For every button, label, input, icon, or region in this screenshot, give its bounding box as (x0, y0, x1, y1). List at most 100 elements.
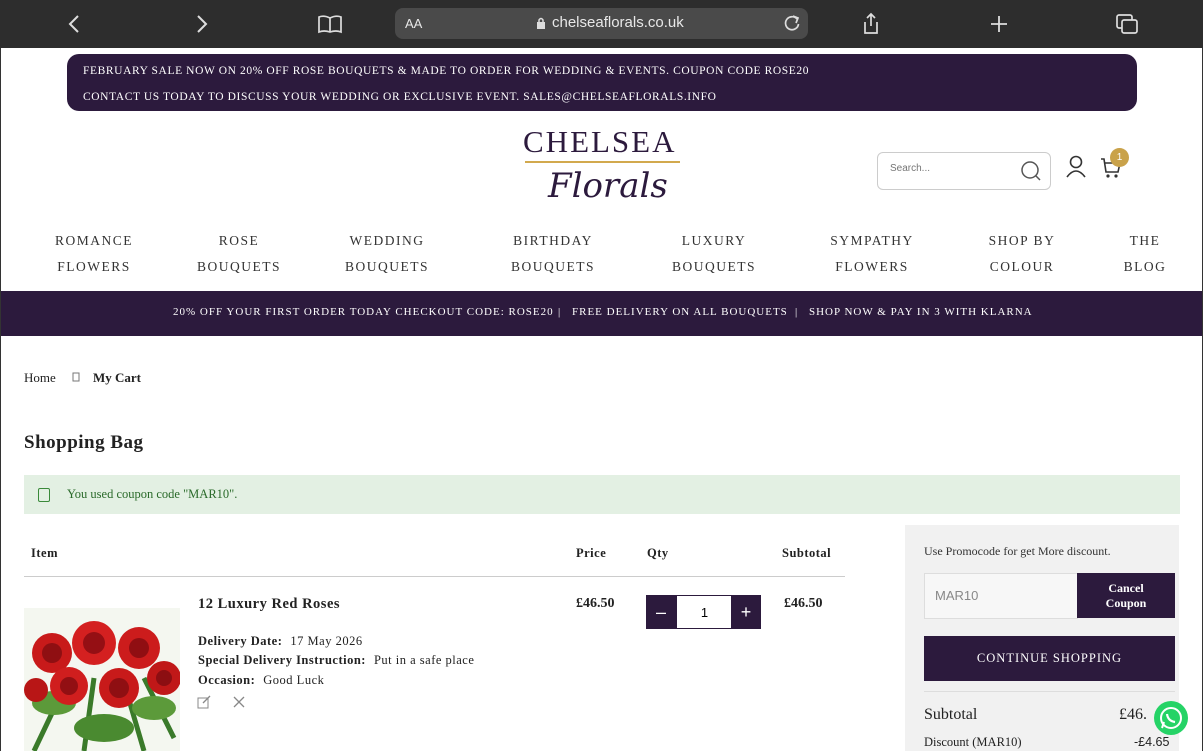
search-icon[interactable] (1020, 160, 1042, 182)
table-divider (24, 576, 845, 577)
logo-divider (525, 161, 680, 163)
alert-message: You used coupon code "MAR10". (67, 487, 238, 501)
column-header-qty: Qty (647, 546, 669, 560)
offer-klarna: SHOP NOW & PAY IN 3 WITH KLARNA (809, 306, 1033, 318)
search-box[interactable] (877, 152, 1051, 190)
nav-label: COLOUR (989, 259, 1055, 274)
browser-toolbar: AA chelseaflorals.co.uk (0, 0, 1203, 48)
quantity-stepper: – + (646, 595, 761, 629)
offer-bar: 20% OFF YOUR FIRST ORDER TODAY CHECKOUT … (1, 291, 1202, 336)
whatsapp-button[interactable] (1154, 701, 1188, 735)
occasion-label: Occasion: (198, 673, 256, 687)
nav-label: BOUQUETS (510, 259, 595, 274)
coupon-field[interactable] (924, 573, 1078, 619)
quantity-input[interactable] (676, 595, 733, 629)
continue-shopping-button[interactable]: CONTINUE SHOPPING (924, 636, 1175, 681)
offer-first-order: 20% OFF YOUR FIRST ORDER TODAY CHECKOUT … (173, 306, 554, 318)
remove-icon[interactable] (233, 696, 245, 708)
cancel-coupon-label: Cancel (1108, 580, 1144, 595)
url-host: chelseaflorals.co.uk (552, 14, 684, 31)
nav-label: LUXURY (681, 233, 747, 248)
reload-icon[interactable] (782, 13, 802, 33)
nav-label: SYMPATHY (830, 233, 914, 248)
cart-summary: Use Promocode for get More discount. Can… (905, 525, 1179, 751)
account-icon[interactable] (1065, 155, 1087, 179)
decrease-qty-button[interactable]: – (646, 595, 676, 629)
new-tab-icon[interactable] (983, 8, 1015, 40)
breadcrumb-separator-icon (72, 372, 80, 382)
instruction-value: Put in a safe place (373, 653, 475, 667)
page-title: Shopping Bag (24, 432, 144, 453)
promo-line-1: FEBRUARY SALE NOW ON 20% OFF ROSE BOUQUE… (83, 65, 810, 77)
delivery-instruction: Special Delivery Instruction: Put in a sa… (198, 653, 474, 668)
nav-label: THE (1129, 233, 1161, 248)
summary-divider (924, 691, 1175, 692)
nav-the-blog[interactable]: THE BLOG (1101, 228, 1189, 280)
share-icon[interactable] (855, 8, 887, 40)
nav-label: BOUQUETS (344, 259, 429, 274)
bookmarks-icon[interactable] (314, 8, 346, 40)
nav-luxury-bouquets[interactable]: LUXURY BOUQUETS (661, 228, 767, 280)
delivery-date-label: Delivery Date: (198, 634, 283, 648)
page: FEBRUARY SALE NOW ON 20% OFF ROSE BOUQUE… (0, 48, 1203, 751)
increase-qty-button[interactable]: + (731, 595, 761, 629)
nav-label: FLOWERS (57, 259, 131, 274)
promo-banner: FEBRUARY SALE NOW ON 20% OFF ROSE BOUQUE… (67, 54, 1137, 111)
product-subtotal: £46.50 (784, 596, 823, 611)
subtotal-label: Subtotal (924, 706, 978, 723)
reader-text-size-button[interactable]: AA (405, 16, 422, 31)
breadcrumb-current: My Cart (93, 370, 142, 385)
offer-separator: | (558, 306, 562, 318)
edit-icon[interactable] (197, 695, 211, 709)
cancel-coupon-button[interactable]: Cancel Coupon (1077, 573, 1175, 618)
breadcrumb-home[interactable]: Home (24, 370, 56, 386)
nav-label: WEDDING (349, 233, 425, 248)
nav-birthday-bouquets[interactable]: BIRTHDAY BOUQUETS (500, 228, 606, 280)
offer-free-delivery: FREE DELIVERY ON ALL BOUQUETS (572, 306, 788, 318)
instruction-label: Special Delivery Instruction: (198, 653, 366, 667)
product-image[interactable] (24, 608, 180, 751)
column-header-price: Price (576, 546, 607, 560)
success-icon (38, 488, 50, 502)
column-header-item: Item (31, 546, 58, 560)
coupon-input[interactable] (933, 587, 1067, 604)
whatsapp-icon (1160, 707, 1182, 729)
address-bar[interactable]: AA chelseaflorals.co.uk (395, 8, 808, 39)
discount-value: -£4.65 (1134, 735, 1170, 749)
product-name[interactable]: 12 Luxury Red Roses (198, 596, 340, 613)
nav-label: BLOG (1123, 259, 1167, 274)
delivery-date-value: 17 May 2026 (290, 634, 363, 648)
product-price: £46.50 (576, 596, 615, 611)
nav-rose-bouquets[interactable]: ROSE BOUQUETS (186, 228, 292, 280)
lock-icon (537, 17, 545, 29)
occasion-value: Good Luck (263, 673, 325, 687)
nav-label: FLOWERS (835, 259, 909, 274)
logo-chelsea[interactable]: CHELSEA (523, 124, 677, 160)
cart-count-badge: 1 (1110, 148, 1129, 167)
forward-icon[interactable] (186, 8, 218, 40)
nav-shop-by-colour[interactable]: SHOP BY COLOUR (969, 228, 1075, 280)
cancel-coupon-label: Coupon (1105, 595, 1147, 610)
offer-separator: | (795, 306, 799, 318)
discount-label: Discount (MAR10) (924, 735, 1022, 749)
nav-label: SHOP BY (988, 233, 1056, 248)
promo-line-2: CONTACT US TODAY TO DISCUSS YOUR WEDDING… (83, 91, 717, 103)
subtotal-value: £46. (1119, 706, 1147, 723)
search-input[interactable] (888, 162, 1012, 175)
back-icon[interactable] (58, 8, 90, 40)
nav-romance-flowers[interactable]: ROMANCE FLOWERS (41, 228, 147, 280)
nav-label: BOUQUETS (196, 259, 281, 274)
nav-label: BIRTHDAY (513, 233, 593, 248)
nav-label: ROMANCE (54, 233, 133, 248)
nav-wedding-bouquets[interactable]: WEDDING BOUQUETS (334, 228, 440, 280)
nav-sympathy-flowers[interactable]: SYMPATHY FLOWERS (819, 228, 925, 280)
delivery-date: Delivery Date: 17 May 2026 (198, 634, 363, 649)
coupon-success-alert: You used coupon code "MAR10". (24, 475, 1180, 514)
occasion: Occasion: Good Luck (198, 673, 324, 688)
logo-florals[interactable]: Florals (548, 166, 668, 206)
column-header-subtotal: Subtotal (782, 546, 832, 560)
promo-hint: Use Promocode for get More discount. (924, 544, 1111, 558)
nav-label: BOUQUETS (671, 259, 756, 274)
nav-label: ROSE (218, 233, 260, 248)
tabs-icon[interactable] (1111, 8, 1143, 40)
